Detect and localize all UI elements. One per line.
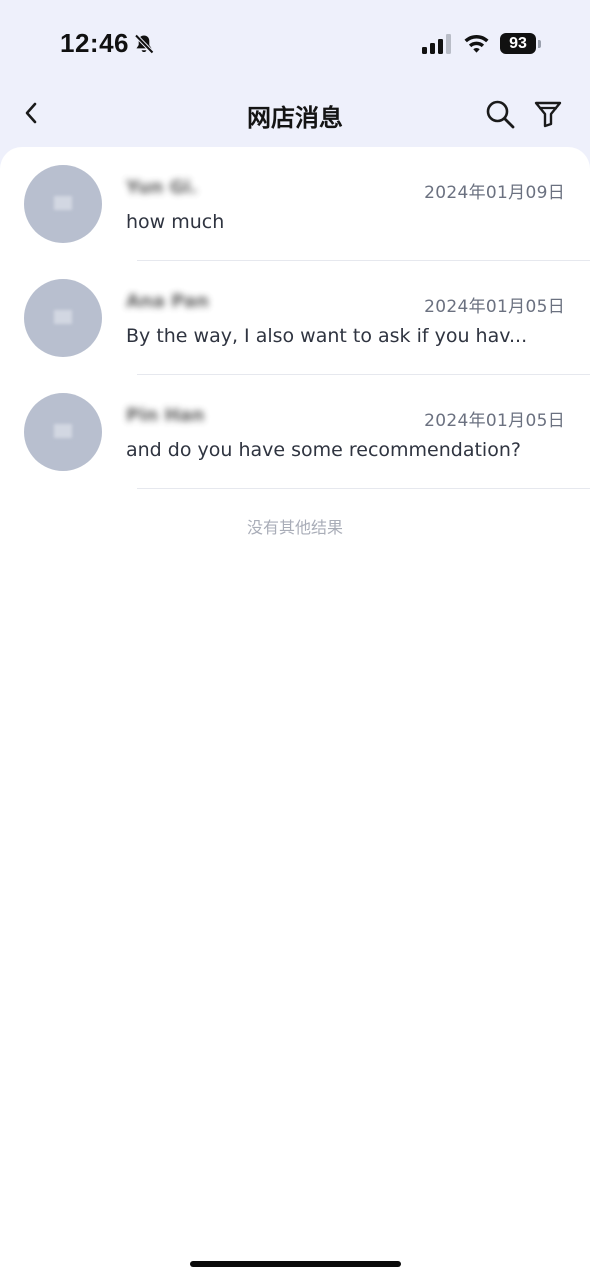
search-button[interactable] bbox=[482, 96, 518, 132]
avatar-initials-blurred bbox=[54, 310, 72, 324]
battery-cap bbox=[538, 40, 541, 48]
message-preview: By the way, I also want to ask if you ha… bbox=[126, 325, 528, 347]
nav-bar: 网店消息 bbox=[0, 88, 590, 146]
avatar bbox=[24, 165, 102, 243]
contact-name: Ana Pan bbox=[126, 291, 209, 312]
battery-level: 93 bbox=[509, 35, 527, 52]
wifi-icon bbox=[464, 35, 489, 53]
signal-icon bbox=[422, 34, 451, 54]
avatar bbox=[24, 279, 102, 357]
avatar-initials-blurred bbox=[54, 196, 72, 210]
message-list-card: Yun Gi. 2024年01月09日 how much Ana Pan 202… bbox=[0, 147, 590, 1280]
message-date: 2024年01月05日 bbox=[424, 297, 565, 317]
end-of-results-text: 没有其他结果 bbox=[246, 518, 343, 537]
status-time: 12:46 bbox=[60, 28, 129, 58]
contact-name: Yun Gi. bbox=[126, 177, 198, 198]
conversation-item[interactable]: Yun Gi. 2024年01月09日 how much bbox=[0, 147, 590, 261]
message-date: 2024年01月09日 bbox=[424, 183, 565, 203]
home-indicator[interactable] bbox=[190, 1261, 401, 1267]
contact-name: Pin Han bbox=[126, 405, 205, 426]
message-preview: how much bbox=[126, 211, 225, 233]
bell-slash-icon bbox=[134, 34, 154, 54]
divider bbox=[137, 488, 590, 489]
conversation-item[interactable]: Pin Han 2024年01月05日 and do you have some… bbox=[0, 375, 590, 489]
conversation-list: Yun Gi. 2024年01月09日 how much Ana Pan 202… bbox=[0, 147, 590, 489]
battery-icon: 93 bbox=[500, 33, 536, 54]
conversation-item[interactable]: Ana Pan 2024年01月05日 By the way, I also w… bbox=[0, 261, 590, 375]
avatar-initials-blurred bbox=[54, 424, 72, 438]
filter-button[interactable] bbox=[530, 96, 566, 132]
filter-icon bbox=[534, 101, 562, 128]
search-icon bbox=[486, 100, 515, 129]
status-bar: 12:46 93 bbox=[0, 0, 590, 88]
message-date: 2024年01月05日 bbox=[424, 411, 565, 431]
message-preview: and do you have some recommendation? bbox=[126, 439, 521, 461]
avatar bbox=[24, 393, 102, 471]
